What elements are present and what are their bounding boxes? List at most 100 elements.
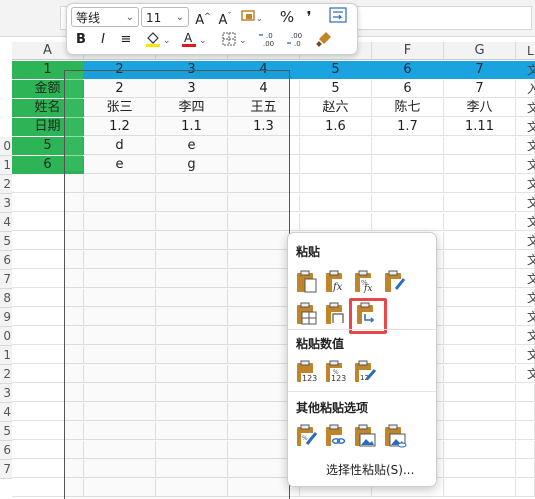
empty-cell[interactable]	[516, 479, 535, 497]
cell-5-3[interactable]: e	[156, 137, 228, 155]
increase-decimal-button[interactable]: .0.00	[257, 30, 281, 50]
row-header[interactable]: 1	[0, 346, 12, 365]
empty-cell[interactable]	[12, 441, 84, 459]
empty-cell[interactable]	[372, 194, 444, 212]
borders-button[interactable]: ⌄	[219, 30, 249, 50]
cell-2-5[interactable]: 5	[300, 80, 372, 98]
cell-2-4[interactable]: 4	[228, 80, 300, 98]
empty-cell[interactable]	[372, 213, 444, 231]
cell-1-3[interactable]: 3	[156, 61, 228, 79]
empty-cell[interactable]	[156, 327, 228, 345]
empty-cell[interactable]	[84, 213, 156, 231]
other-paste-option-paste-link[interactable]	[323, 423, 349, 449]
empty-cell[interactable]	[156, 384, 228, 402]
increase-font-size-button[interactable]: A^	[193, 7, 213, 28]
empty-cell[interactable]	[84, 251, 156, 269]
cell-4-3[interactable]: 1.1	[156, 118, 228, 136]
cell-1-5[interactable]: 5	[300, 61, 372, 79]
empty-cell[interactable]	[12, 194, 84, 212]
cell-6-6[interactable]	[372, 156, 444, 174]
empty-cell[interactable]	[12, 403, 84, 421]
empty-cell[interactable]	[156, 460, 228, 478]
empty-cell[interactable]	[444, 213, 516, 231]
empty-cell[interactable]	[12, 270, 84, 288]
empty-cell[interactable]	[300, 175, 372, 193]
row-header[interactable]: 2	[0, 175, 12, 194]
empty-cell[interactable]	[156, 365, 228, 383]
empty-cell[interactable]	[156, 232, 228, 250]
empty-cell[interactable]	[516, 422, 535, 440]
empty-cell[interactable]	[84, 232, 156, 250]
cell-6-2[interactable]: e	[84, 156, 156, 174]
empty-cell[interactable]	[84, 422, 156, 440]
decrease-font-size-button[interactable]: Aˇ	[215, 7, 235, 28]
paste-option-formulas-number-format[interactable]: % fx	[352, 269, 378, 295]
row-header[interactable]: 0	[0, 327, 12, 346]
paste-option-paste[interactable]	[294, 269, 320, 295]
paste-values-option-values-number-format[interactable]: % 123	[323, 359, 349, 385]
empty-cell[interactable]	[12, 308, 84, 326]
empty-cell[interactable]	[228, 194, 300, 212]
row-header[interactable]: 5	[0, 232, 12, 251]
row-header[interactable]: 6	[0, 441, 12, 460]
empty-cell[interactable]	[12, 479, 84, 497]
italic-button[interactable]: I	[95, 30, 111, 50]
row-header[interactable]: 4	[0, 403, 12, 422]
cell-1-4[interactable]: 4	[228, 61, 300, 79]
cell-4-5[interactable]: 1.6	[300, 118, 372, 136]
row-header[interactable]: 0	[0, 137, 12, 156]
cell-3-4[interactable]: 王五	[228, 99, 300, 117]
empty-cell[interactable]	[444, 194, 516, 212]
paste-values-option-source-formatting[interactable]: 12	[352, 359, 378, 385]
empty-cell[interactable]	[84, 289, 156, 307]
cell-4-7[interactable]: 1.11	[444, 118, 516, 136]
empty-cell[interactable]	[84, 441, 156, 459]
font-size-select[interactable]: 11 ⌄	[141, 7, 189, 27]
empty-cell[interactable]	[156, 251, 228, 269]
row-header[interactable]: 1	[0, 156, 12, 175]
cell-4-4[interactable]: 1.3	[228, 118, 300, 136]
row-header[interactable]: 5	[0, 422, 12, 441]
cell-5-2[interactable]: d	[84, 137, 156, 155]
empty-cell[interactable]	[12, 365, 84, 383]
empty-cell[interactable]	[444, 441, 516, 459]
empty-cell[interactable]	[228, 213, 300, 231]
cell-3-7[interactable]: 李八	[444, 99, 516, 117]
font-color-button[interactable]: A ⌄	[179, 30, 209, 50]
empty-cell[interactable]	[444, 308, 516, 326]
cell-5-5[interactable]	[300, 137, 372, 155]
row-header[interactable]: 7	[0, 270, 12, 289]
empty-cell[interactable]	[84, 346, 156, 364]
empty-cell[interactable]	[12, 327, 84, 345]
empty-cell[interactable]	[12, 346, 84, 364]
cell-5-6[interactable]	[372, 137, 444, 155]
empty-cell[interactable]	[444, 232, 516, 250]
empty-cell[interactable]	[156, 422, 228, 440]
row-header[interactable]: 4	[0, 213, 12, 232]
empty-cell[interactable]	[84, 194, 156, 212]
cell-5-4[interactable]	[228, 137, 300, 155]
empty-cell[interactable]	[12, 251, 84, 269]
empty-cell[interactable]	[156, 479, 228, 497]
percent-style-button[interactable]: %	[277, 7, 297, 27]
row-header[interactable]: 2	[0, 365, 12, 384]
cell-2-3[interactable]: 3	[156, 80, 228, 98]
cell-4-6[interactable]: 1.7	[372, 118, 444, 136]
empty-cell[interactable]	[444, 346, 516, 364]
empty-cell[interactable]	[156, 289, 228, 307]
empty-cell[interactable]	[84, 365, 156, 383]
cell-1-6[interactable]: 6	[372, 61, 444, 79]
empty-cell[interactable]	[444, 384, 516, 402]
cell-2-2[interactable]: 2	[84, 80, 156, 98]
column-header-g[interactable]: G	[444, 42, 516, 60]
empty-cell[interactable]	[444, 270, 516, 288]
empty-cell[interactable]	[300, 213, 372, 231]
empty-cell[interactable]	[444, 175, 516, 193]
empty-cell[interactable]	[12, 422, 84, 440]
empty-cell[interactable]	[84, 403, 156, 421]
column-header-f[interactable]: F	[372, 42, 444, 60]
paste-option-keep-source-formatting[interactable]	[382, 269, 408, 295]
row-header[interactable]: 7	[0, 460, 12, 479]
empty-cell[interactable]	[156, 346, 228, 364]
cell-6-7[interactable]	[444, 156, 516, 174]
